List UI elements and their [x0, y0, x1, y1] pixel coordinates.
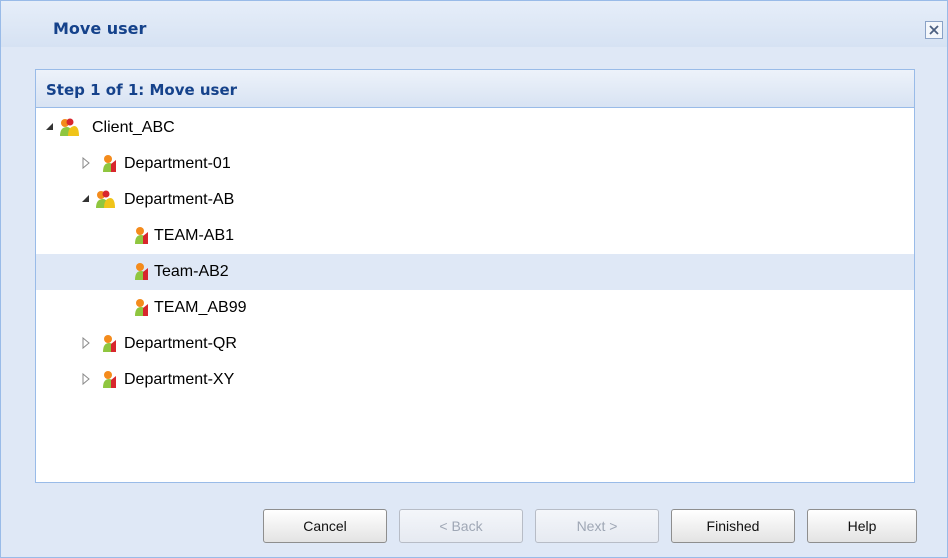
expanded-arrow-icon[interactable]	[44, 120, 56, 134]
tree-node-label: Department-AB	[124, 191, 235, 208]
user-icon	[100, 370, 122, 390]
user-icon	[100, 334, 122, 354]
tree-node-label: Team-AB2	[154, 263, 229, 280]
tree-node-team-ab2[interactable]: Team-AB2	[36, 254, 914, 290]
user-icon	[132, 262, 154, 282]
step-title: Step 1 of 1: Move user	[46, 81, 238, 99]
help-button[interactable]: Help	[807, 509, 917, 543]
user-icon	[132, 298, 154, 318]
next-button[interactable]: Next >	[535, 509, 659, 543]
tree-node-department-ab[interactable]: Department-AB	[36, 182, 914, 218]
collapsed-arrow-icon[interactable]	[80, 372, 92, 386]
tree-node-label: Client_ABC	[92, 119, 175, 136]
group-icon	[58, 118, 80, 138]
collapsed-arrow-icon[interactable]	[80, 336, 92, 350]
user-icon	[132, 226, 154, 246]
group-tree: Client_ABC Department-01 Department-AB T…	[36, 108, 914, 482]
finished-button[interactable]: Finished	[671, 509, 795, 543]
expanded-arrow-icon[interactable]	[80, 192, 92, 206]
dialog-title: Move user	[53, 19, 147, 38]
tree-node-team-ab99[interactable]: TEAM_AB99	[36, 290, 914, 326]
cancel-button[interactable]: Cancel	[263, 509, 387, 543]
tree-node-department-xy[interactable]: Department-XY	[36, 362, 914, 398]
close-icon	[926, 22, 942, 38]
tree-node-label: Department-QR	[124, 335, 237, 352]
tree-node-label: TEAM-AB1	[154, 227, 235, 244]
tree-node-department-01[interactable]: Department-01	[36, 146, 914, 182]
close-button[interactable]	[925, 21, 943, 39]
group-icon	[94, 190, 116, 210]
back-button[interactable]: < Back	[399, 509, 523, 543]
tree-node-client-abc[interactable]: Client_ABC	[36, 110, 914, 146]
user-icon	[100, 154, 122, 174]
dialog-titlebar[interactable]: Move user	[1, 1, 947, 47]
step-header: Step 1 of 1: Move user	[36, 70, 914, 108]
tree-node-label: TEAM_AB99	[154, 299, 247, 316]
move-user-dialog: Move user Step 1 of 1: Move user Client_…	[0, 0, 948, 558]
step-panel: Step 1 of 1: Move user Client_ABC Depart…	[35, 69, 915, 483]
tree-node-label: Department-01	[124, 155, 231, 172]
tree-node-department-qr[interactable]: Department-QR	[36, 326, 914, 362]
tree-node-label: Department-XY	[124, 371, 235, 388]
tree-node-team-ab1[interactable]: TEAM-AB1	[36, 218, 914, 254]
collapsed-arrow-icon[interactable]	[80, 156, 92, 170]
